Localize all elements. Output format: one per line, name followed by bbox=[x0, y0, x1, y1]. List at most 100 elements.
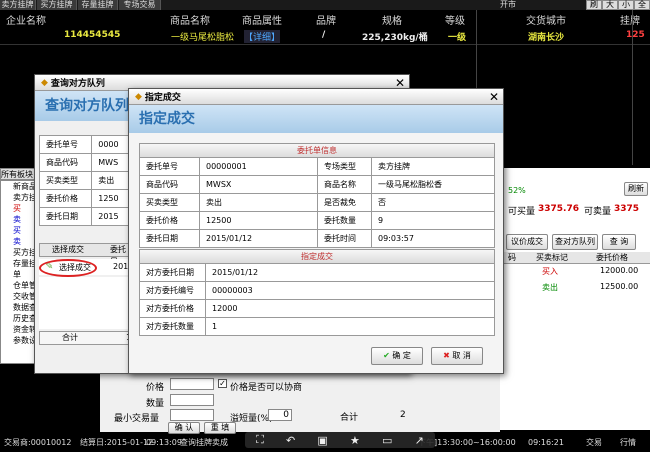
col-code: 码 bbox=[508, 253, 516, 262]
share-icon[interactable]: ↗ bbox=[415, 434, 424, 447]
large-button[interactable]: 大 bbox=[602, 0, 618, 10]
clock: 09:16:21 bbox=[528, 438, 564, 447]
check-icon: ✔ bbox=[383, 351, 390, 360]
price-label: 价格 bbox=[146, 383, 165, 393]
order-row[interactable]: 卖出 12500.00 bbox=[504, 282, 650, 294]
total-label: 合计 bbox=[340, 413, 359, 423]
ok-button[interactable]: ✔ 确 定 bbox=[371, 347, 423, 365]
sell-value: 3375 bbox=[614, 204, 640, 214]
tab-special-trade[interactable]: 专场交易 bbox=[119, 0, 161, 10]
cell-listing: 125 bbox=[626, 30, 645, 40]
all-button[interactable]: 全 bbox=[634, 0, 650, 10]
field-label: 委托价格 bbox=[38, 189, 93, 208]
dialog-titlebar[interactable]: ◆ 指定成交 bbox=[129, 89, 503, 105]
divider bbox=[0, 44, 650, 45]
order-price: 12500.00 bbox=[600, 282, 639, 291]
highlight-circle bbox=[39, 259, 97, 277]
status-time: 09:13:09 bbox=[146, 438, 182, 447]
info-value: 9 bbox=[371, 211, 495, 230]
overlay-toolbar: ⛶ ↶ ▣ ★ ▭ ↗ bbox=[245, 432, 435, 448]
dialog-title: 指定成交 bbox=[144, 93, 181, 103]
cancel-label: 取 消 bbox=[452, 351, 471, 360]
order-row[interactable]: 买入 12000.00 bbox=[504, 266, 650, 278]
col-product: 商品名称 bbox=[170, 16, 210, 27]
query-queue-button[interactable]: 查对方队列 bbox=[552, 234, 598, 250]
divider bbox=[632, 10, 633, 165]
col-attr: 商品属性 bbox=[242, 16, 282, 27]
negotiable-label: 价格是否可以协商 bbox=[230, 383, 303, 393]
total-value: 2 bbox=[400, 410, 406, 420]
save-icon[interactable]: ▣ bbox=[317, 434, 327, 447]
col-grade: 等级 bbox=[445, 16, 465, 27]
settle-date: 结算日:2015-01-12 bbox=[80, 438, 154, 447]
cross-icon: ✖ bbox=[443, 351, 450, 360]
close-icon[interactable]: ✕ bbox=[489, 90, 499, 104]
reset-button[interactable]: 重 填 bbox=[204, 422, 236, 434]
cancel-button[interactable]: ✖ 取 消 bbox=[431, 347, 483, 365]
cell-brand: / bbox=[322, 30, 326, 40]
assign-trade-dialog: ◆ 指定成交 ✕ 指定成交 委托单信息 委托单号 00000001 专场类型 卖… bbox=[128, 88, 504, 374]
star-icon[interactable]: ★ bbox=[350, 434, 360, 447]
info-value: 12500 bbox=[199, 211, 318, 230]
refresh-button[interactable]: 刷新 bbox=[624, 182, 648, 196]
fullscreen-icon[interactable]: ⛶ bbox=[256, 433, 264, 447]
tab-stock-listing[interactable]: 存量挂牌 bbox=[78, 0, 118, 10]
section-order-info: 委托单信息 bbox=[139, 143, 495, 157]
window-icon[interactable]: ▭ bbox=[382, 434, 392, 447]
info-label: 买卖类型 bbox=[139, 193, 200, 212]
col-flag: 买卖标记 bbox=[536, 253, 568, 262]
tab-buyer-listing[interactable]: 买方挂牌 bbox=[37, 0, 77, 10]
match-value: 12000 bbox=[205, 299, 495, 318]
field-value: 2015 bbox=[91, 207, 131, 226]
info-value: 09:03:57 bbox=[371, 229, 495, 248]
overflow-input[interactable]: 0 bbox=[268, 409, 292, 421]
cell-city: 湖南长沙 bbox=[528, 33, 565, 43]
order-flag: 卖出 bbox=[542, 283, 558, 292]
match-label: 对方委托日期 bbox=[139, 263, 206, 282]
tab-seller-listing[interactable]: 卖方挂牌 bbox=[0, 0, 36, 10]
list-body bbox=[39, 277, 131, 329]
small-button[interactable]: 小 bbox=[618, 0, 634, 10]
info-label: 专场类型 bbox=[317, 157, 372, 176]
refresh-button[interactable]: 刷 bbox=[586, 0, 602, 10]
match-value: 00000003 bbox=[205, 281, 495, 300]
order-price: 12000.00 bbox=[600, 266, 639, 275]
field-label: 商品代码 bbox=[38, 153, 93, 172]
field-value: 0000 bbox=[91, 135, 131, 154]
query-button[interactable]: 查 询 bbox=[602, 234, 636, 250]
price-input[interactable] bbox=[170, 378, 214, 390]
dialog-heading: 指定成交 bbox=[129, 105, 503, 133]
section-assign-trade: 指定成交 bbox=[139, 249, 495, 263]
col-select: 选择成交 bbox=[52, 245, 84, 254]
match-label: 对方委托价格 bbox=[139, 299, 206, 318]
min-trade-input[interactable] bbox=[170, 409, 214, 421]
info-value: 2015/01/12 bbox=[199, 229, 318, 248]
field-label: 买卖类型 bbox=[38, 171, 93, 190]
overflow-label: 溢短量(%) bbox=[230, 414, 273, 424]
negotiate-button[interactable]: 议价成交 bbox=[506, 234, 548, 250]
buy-value: 3375.76 bbox=[538, 204, 579, 214]
field-label: 委托单号 bbox=[38, 135, 93, 154]
negotiable-checkbox[interactable]: ✓ bbox=[218, 379, 227, 388]
back-icon[interactable]: ↶ bbox=[286, 434, 295, 447]
qty-input[interactable] bbox=[170, 394, 214, 406]
info-value: 否 bbox=[371, 193, 495, 212]
right-panel: 52% 刷新 可买量 3375.76 可卖量 3375 议价成交 查对方队列 查… bbox=[500, 168, 650, 430]
info-label: 委托日期 bbox=[139, 229, 200, 248]
confirm-button[interactable]: 确 认 bbox=[168, 422, 200, 434]
info-label: 委托价格 bbox=[139, 211, 200, 230]
market-status: 开市 bbox=[500, 0, 516, 9]
order-list-header: 码 买卖标记 委托价格 bbox=[504, 252, 650, 264]
ok-label: 确 定 bbox=[392, 351, 411, 360]
min-trade-label: 最小交易量 bbox=[114, 414, 160, 424]
info-value: 卖出 bbox=[199, 193, 318, 212]
cell-grade: 一级 bbox=[448, 33, 467, 43]
detail-link[interactable]: 【详细】 bbox=[244, 30, 281, 43]
buy-label: 可买量 bbox=[508, 207, 536, 217]
field-value: MWS bbox=[91, 153, 131, 172]
top-tab-bar: 卖方挂牌 买方挂牌 存量挂牌 专场交易 开市 刷 大 小 全 bbox=[0, 0, 650, 10]
col-spec: 规格 bbox=[382, 16, 402, 27]
total-row: 合计 1 bbox=[39, 331, 131, 345]
info-label: 委托数量 bbox=[317, 211, 372, 230]
col-brand: 品牌 bbox=[316, 16, 336, 27]
